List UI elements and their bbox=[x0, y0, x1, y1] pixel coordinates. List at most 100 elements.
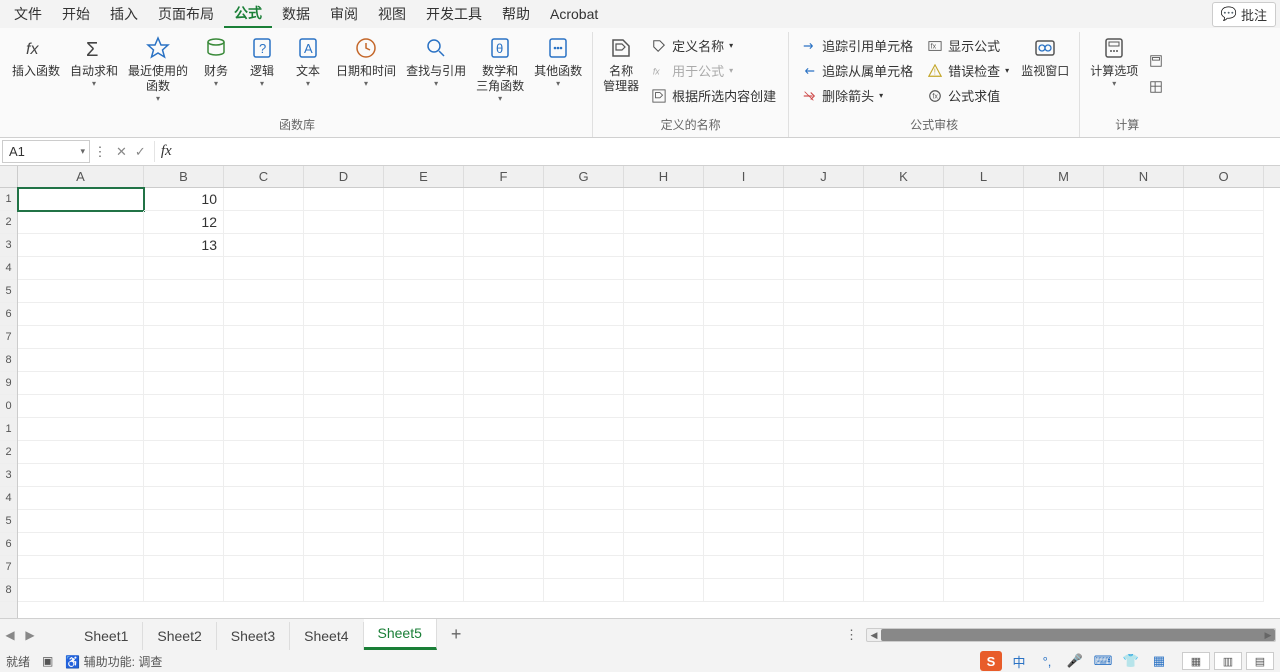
menu-devtools[interactable]: 开发工具 bbox=[416, 1, 492, 27]
cell-D6[interactable] bbox=[304, 303, 384, 326]
cell-G2[interactable] bbox=[544, 211, 624, 234]
cell-J7[interactable] bbox=[784, 326, 864, 349]
menu-data[interactable]: 数据 bbox=[272, 1, 320, 27]
cell-K5[interactable] bbox=[864, 280, 944, 303]
cell-K10[interactable] bbox=[864, 395, 944, 418]
cell-I17[interactable] bbox=[704, 556, 784, 579]
create-from-selection-button[interactable]: 根据所选内容创建 bbox=[645, 84, 782, 107]
cell-F9[interactable] bbox=[464, 372, 544, 395]
cell-J2[interactable] bbox=[784, 211, 864, 234]
cell-H8[interactable] bbox=[624, 349, 704, 372]
row-header[interactable]: 5 bbox=[0, 280, 17, 303]
cell-G3[interactable] bbox=[544, 234, 624, 257]
cell-C3[interactable] bbox=[224, 234, 304, 257]
menu-view[interactable]: 视图 bbox=[368, 1, 416, 27]
cell-E3[interactable] bbox=[384, 234, 464, 257]
cell-I5[interactable] bbox=[704, 280, 784, 303]
chevron-down-icon[interactable]: ▾ bbox=[80, 146, 85, 157]
scroll-thumb[interactable] bbox=[881, 629, 1275, 641]
cell-A10[interactable] bbox=[18, 395, 144, 418]
cell-G9[interactable] bbox=[544, 372, 624, 395]
calculate-now-button[interactable] bbox=[1144, 49, 1168, 73]
column-header-N[interactable]: N bbox=[1104, 166, 1184, 187]
cell-B11[interactable] bbox=[144, 418, 224, 441]
cell-E9[interactable] bbox=[384, 372, 464, 395]
column-header-G[interactable]: G bbox=[544, 166, 624, 187]
cell-N4[interactable] bbox=[1104, 257, 1184, 280]
row-header[interactable]: 7 bbox=[0, 556, 17, 579]
cell-N8[interactable] bbox=[1104, 349, 1184, 372]
cell-L5[interactable] bbox=[944, 280, 1024, 303]
menu-help[interactable]: 帮助 bbox=[492, 1, 540, 27]
cell-M12[interactable] bbox=[1024, 441, 1104, 464]
cell-A7[interactable] bbox=[18, 326, 144, 349]
cell-M15[interactable] bbox=[1024, 510, 1104, 533]
cell-D5[interactable] bbox=[304, 280, 384, 303]
cell-L14[interactable] bbox=[944, 487, 1024, 510]
trace-dependents-button[interactable]: 追踪从属单元格 bbox=[795, 59, 919, 82]
cell-I2[interactable] bbox=[704, 211, 784, 234]
cell-G15[interactable] bbox=[544, 510, 624, 533]
macro-record-icon[interactable]: ▣ bbox=[42, 654, 53, 668]
cell-G1[interactable] bbox=[544, 188, 624, 211]
cell-N5[interactable] bbox=[1104, 280, 1184, 303]
menu-insert[interactable]: 插入 bbox=[100, 1, 148, 27]
cell-I16[interactable] bbox=[704, 533, 784, 556]
more-functions-button[interactable]: 其他函数 ▾ bbox=[530, 32, 586, 114]
cell-J8[interactable] bbox=[784, 349, 864, 372]
cell-H15[interactable] bbox=[624, 510, 704, 533]
cell-G16[interactable] bbox=[544, 533, 624, 556]
cell-D13[interactable] bbox=[304, 464, 384, 487]
cell-O9[interactable] bbox=[1184, 372, 1264, 395]
page-break-view-button[interactable]: ▤ bbox=[1246, 652, 1274, 670]
cell-A11[interactable] bbox=[18, 418, 144, 441]
cell-M9[interactable] bbox=[1024, 372, 1104, 395]
watch-window-button[interactable]: 监视窗口 bbox=[1017, 32, 1073, 114]
cell-N17[interactable] bbox=[1104, 556, 1184, 579]
remove-arrows-button[interactable]: 删除箭头 ▾ bbox=[795, 84, 919, 107]
cell-J12[interactable] bbox=[784, 441, 864, 464]
cell-D1[interactable] bbox=[304, 188, 384, 211]
cell-J5[interactable] bbox=[784, 280, 864, 303]
cell-A2[interactable] bbox=[18, 211, 144, 234]
calculate-sheet-button[interactable] bbox=[1144, 75, 1168, 99]
cell-C14[interactable] bbox=[224, 487, 304, 510]
cell-M8[interactable] bbox=[1024, 349, 1104, 372]
cell-O3[interactable] bbox=[1184, 234, 1264, 257]
row-header[interactable]: 0 bbox=[0, 395, 17, 418]
cell-L3[interactable] bbox=[944, 234, 1024, 257]
cell-B1[interactable]: 10 bbox=[144, 188, 224, 211]
cell-C5[interactable] bbox=[224, 280, 304, 303]
datetime-button[interactable]: 日期和时间 ▾ bbox=[332, 32, 400, 114]
cell-C1[interactable] bbox=[224, 188, 304, 211]
cell-H14[interactable] bbox=[624, 487, 704, 510]
row-header[interactable]: 1 bbox=[0, 418, 17, 441]
cell-E15[interactable] bbox=[384, 510, 464, 533]
cell-J3[interactable] bbox=[784, 234, 864, 257]
ime-voice-icon[interactable]: 🎤 bbox=[1064, 651, 1086, 671]
normal-view-button[interactable]: ▦ bbox=[1182, 652, 1210, 670]
tab-nav-prev[interactable]: ◀ bbox=[0, 628, 20, 642]
cell-E10[interactable] bbox=[384, 395, 464, 418]
cell-A12[interactable] bbox=[18, 441, 144, 464]
cell-M1[interactable] bbox=[1024, 188, 1104, 211]
enter-formula-icon[interactable]: ✓ bbox=[135, 144, 146, 160]
cell-E8[interactable] bbox=[384, 349, 464, 372]
cell-J4[interactable] bbox=[784, 257, 864, 280]
evaluate-formula-button[interactable]: fx 公式求值 bbox=[921, 84, 1015, 107]
cell-F15[interactable] bbox=[464, 510, 544, 533]
cell-F14[interactable] bbox=[464, 487, 544, 510]
cell-A3[interactable] bbox=[18, 234, 144, 257]
cell-H12[interactable] bbox=[624, 441, 704, 464]
cell-K6[interactable] bbox=[864, 303, 944, 326]
cell-I18[interactable] bbox=[704, 579, 784, 602]
name-box[interactable]: A1 ▾ bbox=[2, 140, 90, 163]
cell-G12[interactable] bbox=[544, 441, 624, 464]
cell-N15[interactable] bbox=[1104, 510, 1184, 533]
cell-O11[interactable] bbox=[1184, 418, 1264, 441]
recent-functions-button[interactable]: 最近使用的 函数 ▾ bbox=[124, 32, 192, 114]
cell-K18[interactable] bbox=[864, 579, 944, 602]
cell-N12[interactable] bbox=[1104, 441, 1184, 464]
cell-E13[interactable] bbox=[384, 464, 464, 487]
cell-O13[interactable] bbox=[1184, 464, 1264, 487]
